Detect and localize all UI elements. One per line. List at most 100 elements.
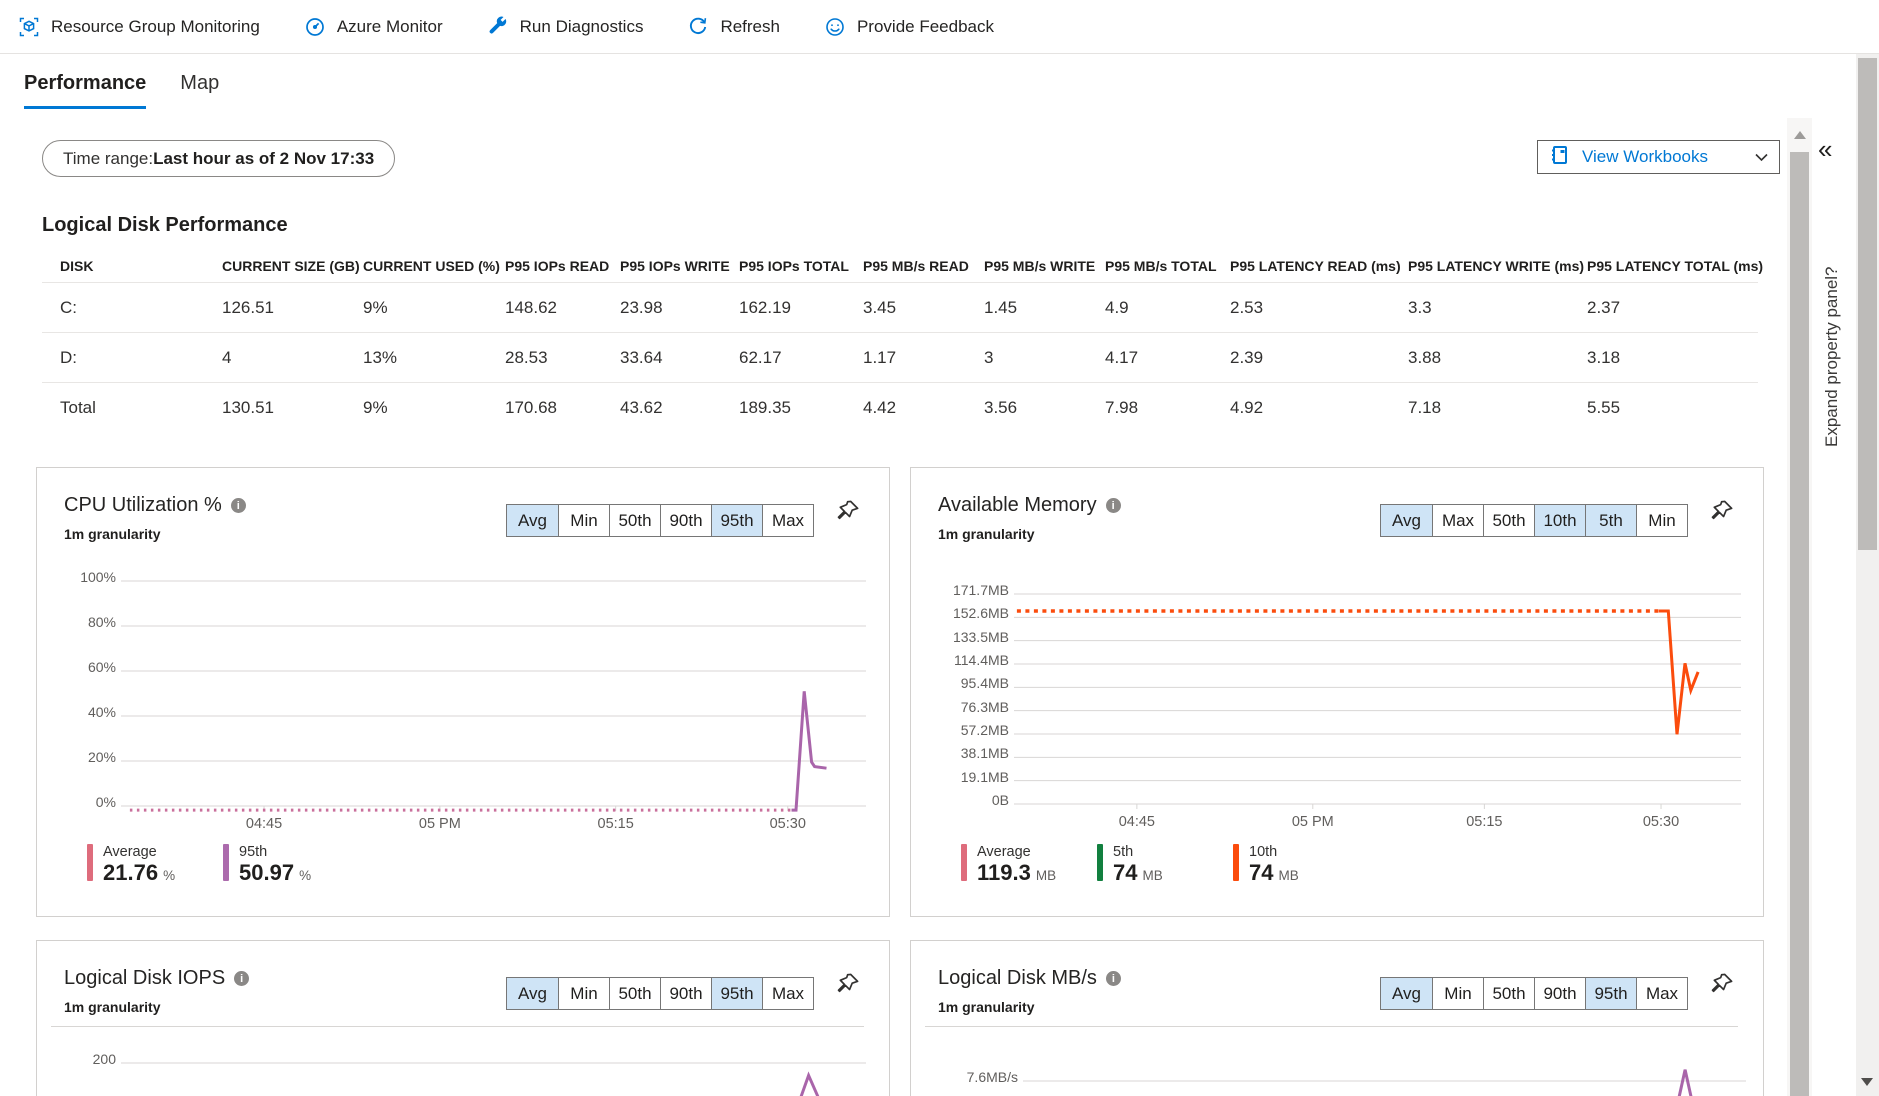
aggregation-button[interactable]: 95th	[711, 505, 762, 536]
resource-group-monitoring-button[interactable]: Resource Group Monitoring	[18, 16, 260, 38]
legend-item: 10th 74 MB	[1233, 844, 1369, 886]
refresh-button[interactable]: Refresh	[687, 16, 780, 38]
aggregation-button[interactable]: 5th	[1585, 505, 1636, 536]
y-axis-label: 76.3MB	[960, 698, 1009, 715]
aggregation-button[interactable]: Max	[762, 505, 813, 536]
table-cell: 3.45	[863, 297, 897, 317]
aggregation-button[interactable]: Min	[558, 978, 609, 1009]
x-axis-label: 05 PM	[418, 816, 461, 832]
scrollbar-thumb[interactable]	[1790, 152, 1809, 1096]
expand-property-panel-label[interactable]: Expand property panel?	[1822, 266, 1842, 447]
table-cell: 1.45	[984, 297, 1018, 317]
chart-title: Logical Disk MB/s	[938, 967, 1097, 989]
aggregation-button[interactable]: 90th	[1534, 978, 1585, 1009]
column-header: P95 LATENCY TOTAL (ms)	[1587, 258, 1764, 274]
pin-icon[interactable]	[836, 499, 860, 528]
command-bar: Resource Group Monitoring Azure Monitor …	[0, 0, 1879, 54]
card-divider	[51, 1026, 864, 1027]
legend-unit: %	[299, 868, 312, 883]
granularity-label: 1m granularity	[938, 526, 1035, 542]
disk-performance-table: DISK CURRENT SIZE (GB) CURRENT USED (%) …	[42, 250, 1763, 432]
aggregation-button[interactable]: 50th	[1483, 505, 1534, 536]
y-axis-label: 60%	[87, 659, 116, 675]
pin-icon[interactable]	[836, 972, 860, 1001]
table-cell: 3.18	[1587, 347, 1621, 367]
legend-item: 5th 74 MB	[1097, 844, 1233, 886]
pin-icon[interactable]	[1710, 499, 1734, 528]
aggregation-button[interactable]: Avg	[1381, 978, 1432, 1009]
tab-performance[interactable]: Performance	[24, 72, 147, 109]
aggregation-button[interactable]: 90th	[660, 978, 711, 1009]
table-cell: 9%	[363, 297, 388, 317]
table-cell: 43.62	[620, 397, 663, 417]
chart-legend: Average 21.76 % 95th 50.97 %	[87, 844, 359, 886]
aggregation-button[interactable]: 95th	[1585, 978, 1636, 1009]
page-scrollbar[interactable]	[1856, 54, 1879, 1096]
available-memory-card: Available Memory 1m granularity Avg Max …	[910, 467, 1764, 917]
table-cell: 148.62	[505, 297, 557, 317]
table-cell: 7.18	[1408, 397, 1442, 417]
table-header-row: DISK CURRENT SIZE (GB) CURRENT USED (%) …	[42, 250, 1763, 282]
info-icon[interactable]	[1105, 498, 1121, 513]
table-cell: 162.19	[739, 297, 791, 317]
workbook-icon	[1549, 144, 1571, 171]
toolbar-item-label: Run Diagnostics	[519, 16, 644, 36]
page-scrollbar-thumb[interactable]	[1858, 58, 1877, 550]
table-cell: 5.55	[1587, 397, 1621, 417]
provide-feedback-button[interactable]: Provide Feedback	[824, 16, 994, 38]
table-cell: 4.92	[1230, 397, 1264, 417]
view-workbooks-dropdown[interactable]: View Workbooks	[1537, 140, 1780, 174]
refresh-icon	[687, 16, 709, 38]
time-range-pill[interactable]: Time range: Last hour as of 2 Nov 17:33	[42, 140, 396, 177]
pin-icon[interactable]	[1710, 972, 1734, 1001]
table-row: C: 126.51 9% 148.62 23.98 162.19 3.45 1.…	[42, 282, 1758, 332]
aggregation-button[interactable]: Max	[1432, 505, 1483, 536]
table-row: D: 4 13% 28.53 33.64 62.17 1.17 3 4.17 2…	[42, 332, 1758, 382]
table-cell: 3.88	[1408, 347, 1442, 367]
aggregation-button[interactable]: 50th	[609, 978, 660, 1009]
legend-color-bar	[223, 844, 229, 881]
aggregation-button[interactable]: Avg	[1381, 505, 1432, 536]
legend-value: 74	[1249, 860, 1274, 885]
scroll-up-arrow-icon[interactable]	[1794, 131, 1806, 139]
table-cell: C:	[60, 297, 77, 317]
run-diagnostics-button[interactable]: Run Diagnostics	[487, 16, 644, 38]
granularity-label: 1m granularity	[64, 999, 161, 1015]
azure-monitor-button[interactable]: Azure Monitor	[304, 16, 443, 38]
aggregation-button[interactable]: Max	[762, 978, 813, 1009]
aggregation-button[interactable]: Avg	[507, 978, 558, 1009]
aggregation-button[interactable]: Min	[558, 505, 609, 536]
legend-color-bar	[961, 844, 967, 881]
info-icon[interactable]	[234, 971, 250, 986]
info-icon[interactable]	[230, 498, 246, 513]
aggregation-button[interactable]: 95th	[711, 978, 762, 1009]
aggregation-button[interactable]: Max	[1636, 978, 1687, 1009]
toolbar-item-label: Provide Feedback	[856, 16, 994, 36]
scroll-down-arrow-icon[interactable]	[1861, 1078, 1873, 1086]
aggregation-button[interactable]: 50th	[609, 505, 660, 536]
disk-table-title: Logical Disk Performance	[42, 214, 288, 236]
column-header: P95 IOPs READ	[505, 258, 610, 274]
aggregation-button[interactable]: Min	[1636, 505, 1687, 536]
table-cell: 1.17	[863, 347, 897, 367]
y-axis-label: 133.5MB	[952, 628, 1009, 645]
y-axis-label: 114.4MB	[954, 652, 1009, 668]
table-cell: 23.98	[620, 297, 663, 317]
legend-unit: MB	[1278, 868, 1299, 883]
chart-legend: Average 119.3 MB 5th 74 MB 10th 74 MB	[961, 844, 1369, 886]
legend-value: 50.97	[239, 860, 295, 885]
legend-unit: MB	[1035, 868, 1057, 883]
aggregation-button[interactable]: Min	[1432, 978, 1483, 1009]
aggregation-button[interactable]: Avg	[507, 505, 558, 536]
x-axis-label: 04:45	[1118, 814, 1156, 830]
table-cell: D:	[60, 347, 77, 367]
aggregation-button[interactable]: 90th	[660, 505, 711, 536]
collapse-panel-button[interactable]: «	[1818, 136, 1832, 162]
aggregation-button[interactable]: 10th	[1534, 505, 1585, 536]
table-cell: 7.98	[1105, 397, 1139, 417]
legend-value: 74	[1113, 860, 1138, 885]
aggregation-button[interactable]: 50th	[1483, 978, 1534, 1009]
info-icon[interactable]	[1105, 971, 1121, 986]
tab-map[interactable]: Map	[180, 72, 219, 109]
content-scrollbar[interactable]	[1787, 118, 1812, 1096]
